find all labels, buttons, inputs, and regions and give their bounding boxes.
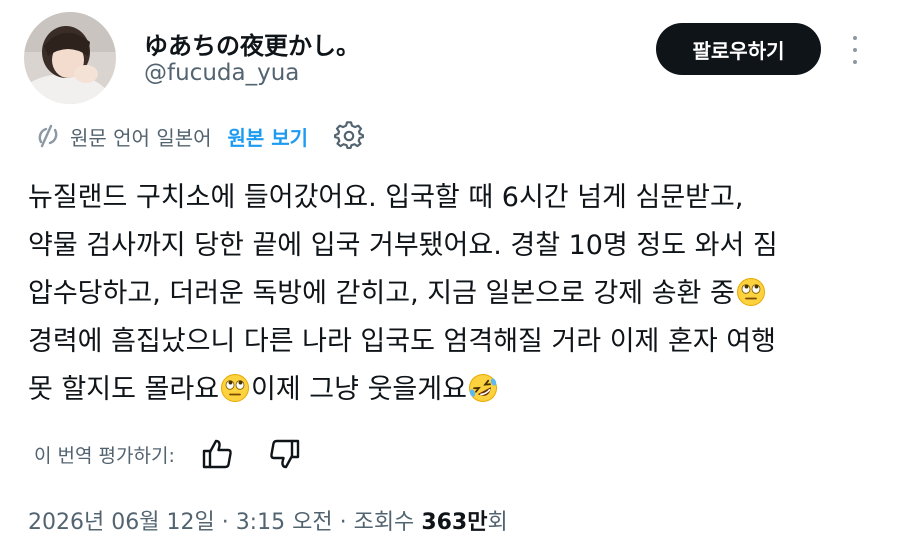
show-original-link[interactable]: 원본 보기 [228,122,309,151]
thumbs-down-icon[interactable] [267,437,301,471]
meta-separator: · [339,510,354,535]
tweet-date[interactable]: 2026년 06월 12일 [28,510,215,535]
tweet-text-segment: 이제 그냥 웃을게요 [251,374,467,405]
source-language-label: 원문 언어 일본어 [70,125,212,150]
tweet-meta: 2026년 06월 12일 · 3:15 오전 · 조회수 363만회 [28,504,508,536]
gear-icon[interactable] [334,121,365,151]
tweet-text-line: 경력에 흠집났으니 다른 나라 입국도 엄격해질 거라 이제 혼자 여행 [28,326,776,357]
views-count: 363만 [421,510,488,535]
more-options-icon[interactable] [843,30,867,70]
tweet-text-line: 압수당하고, 더러운 독방에 갇히고, 지금 일본으로 강제 송환 중 [28,270,878,318]
display-name[interactable]: ゆあちの夜更かし。 [144,26,360,61]
views-suffix: 회 [487,510,508,535]
follow-button[interactable]: 팔로우하기 [656,23,821,75]
rate-translation-label: 이 번역 평가하기: [34,444,175,467]
rate-translation-bar: 이 번역 평가하기: [34,434,301,474]
tweet-text-line: 뉴질랜드 구치소에 들어갔어요. 입국할 때 6시간 넘게 심문받고, [28,182,744,213]
tweet-text: 뉴질랜드 구치소에 들어갔어요. 입국할 때 6시간 넘게 심문받고, 약물 검… [28,174,878,414]
tweet-text-segment: 못 할지도 몰라요 [28,374,220,405]
tweet-time[interactable]: 3:15 오전 [236,510,333,535]
user-handle[interactable]: @fucuda_yua [144,60,299,86]
translate-icon [38,124,58,148]
meta-separator: · [221,510,236,535]
tweet-text-segment: 압수당하고, 더러운 독방에 갇히고, 지금 일본으로 강제 송환 중 [28,278,735,309]
translation-bar: 원문 언어 일본어 원본 보기 [34,118,365,154]
views-label: 조회수 [353,510,415,535]
face-with-rolling-eyes-icon [736,278,765,306]
face-with-rolling-eyes-icon [221,374,250,402]
tweet-header: ゆあちの夜更かし。 @fucuda_yua 팔로우하기 [0,0,900,110]
avatar[interactable] [24,12,116,104]
tweet-text-line: 약물 검사까지 당한 끝에 입국 거부됐어요. 경찰 10명 정도 와서 짐 [28,230,778,261]
thumbs-up-icon[interactable] [201,437,235,471]
rolling-on-the-floor-laughing-icon [468,374,497,402]
tweet-text-line: 못 할지도 몰라요 이제 그냥 웃을게요 [28,366,878,414]
